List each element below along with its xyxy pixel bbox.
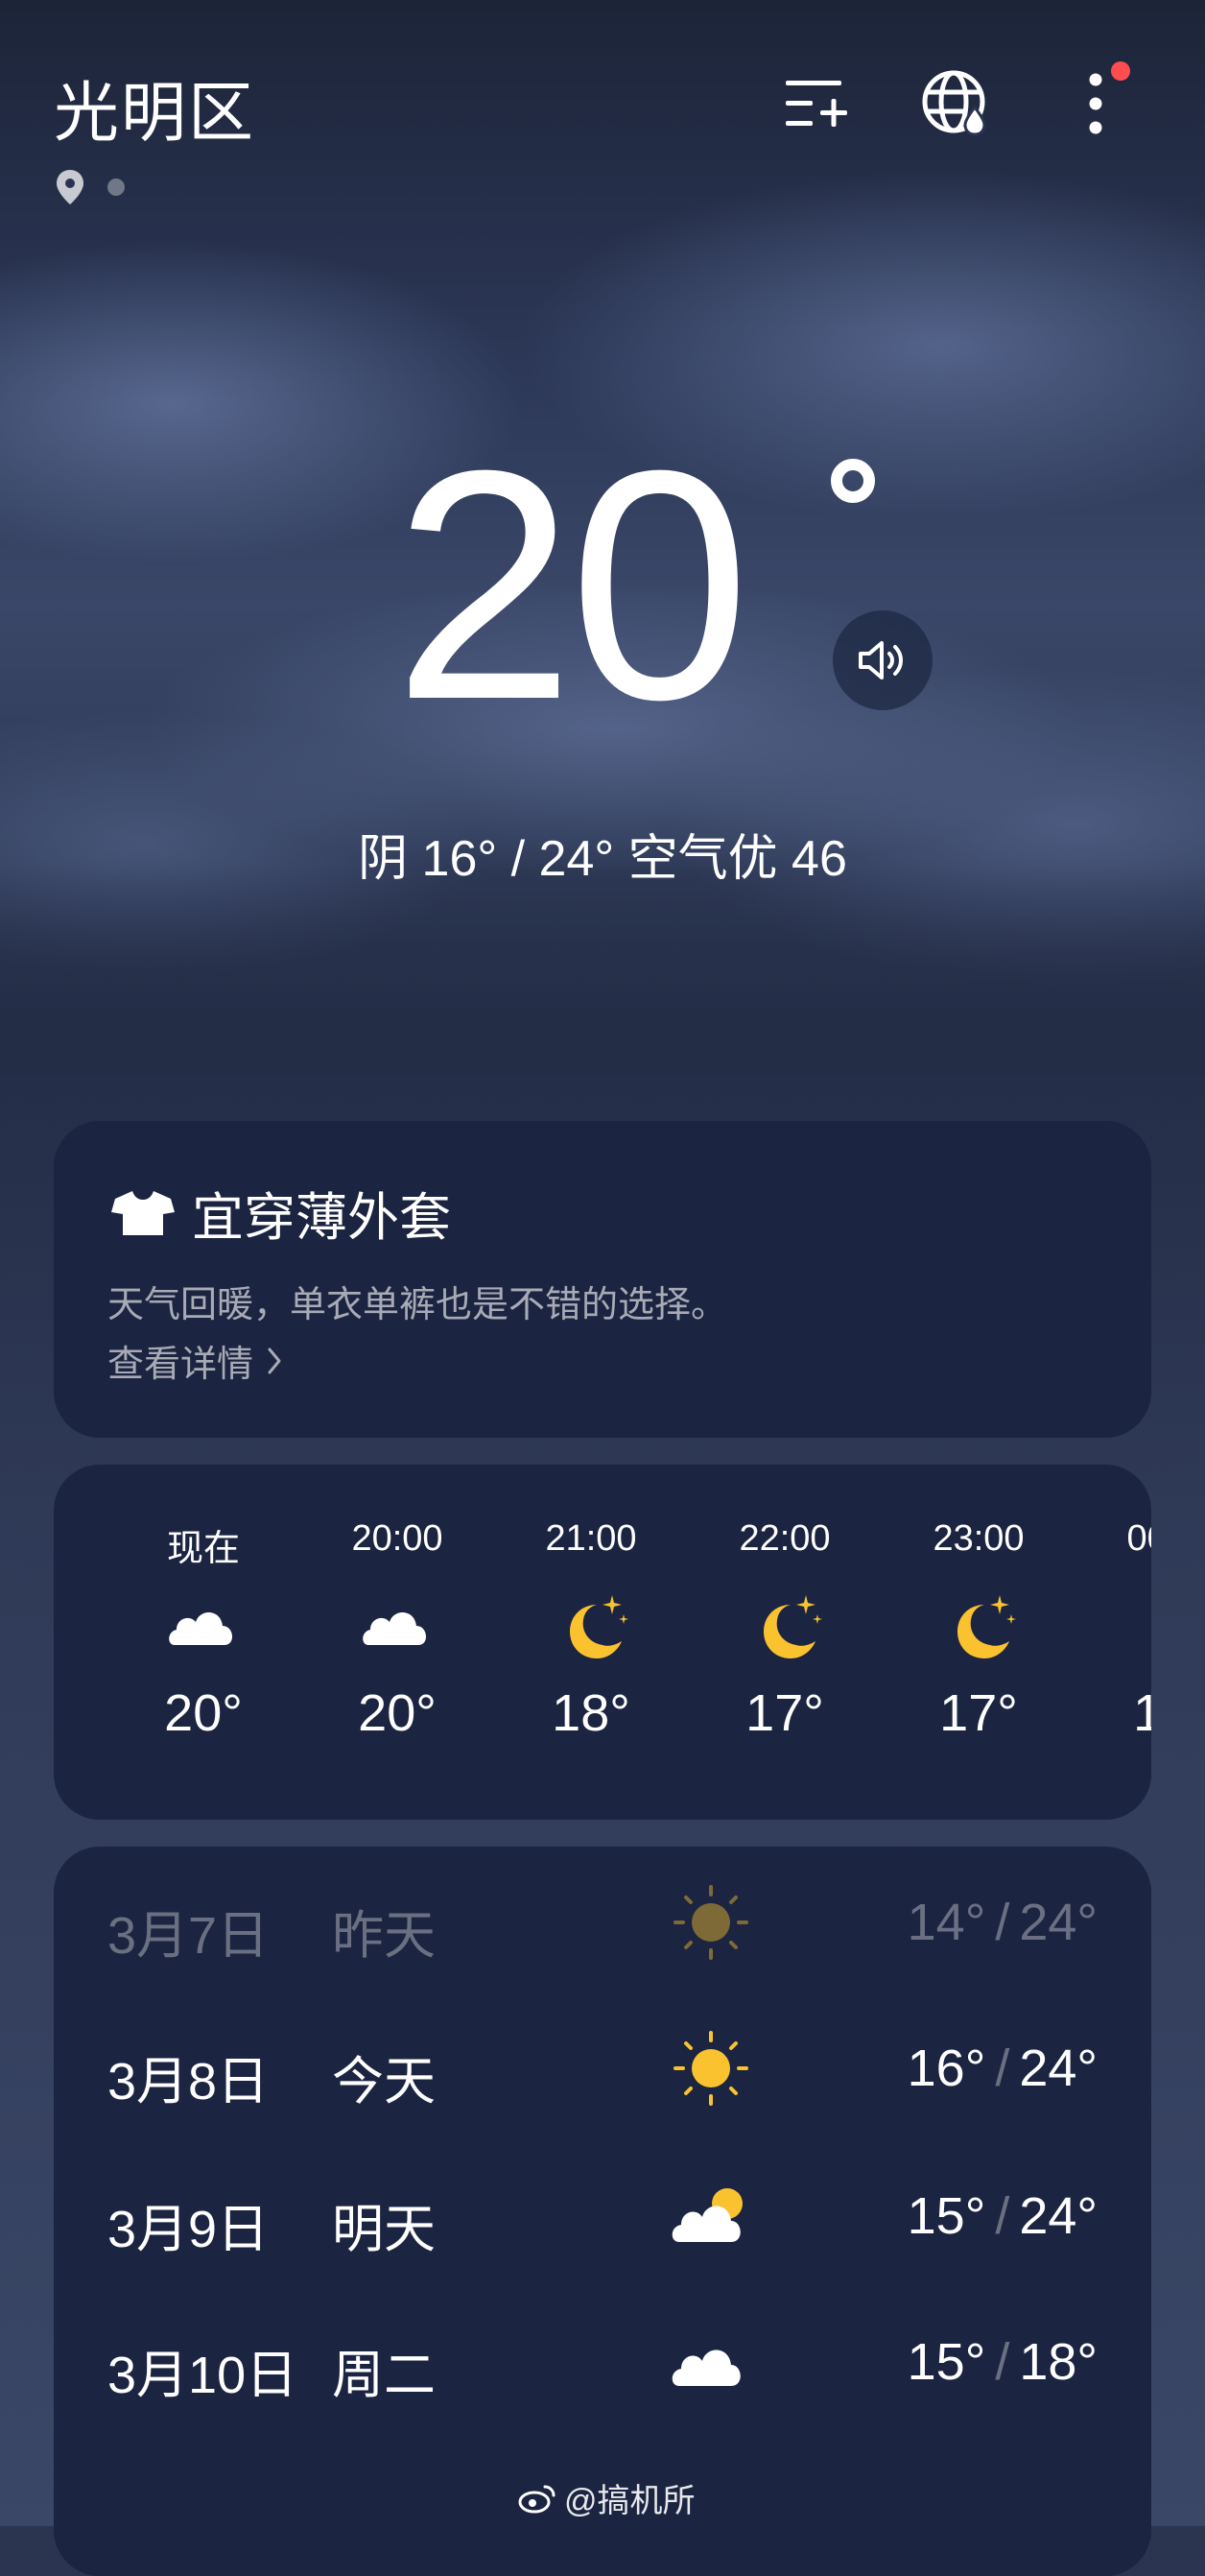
moon-stars-icon xyxy=(570,1595,628,1658)
hour-time: 20:00 xyxy=(351,1518,443,1559)
hourly-item[interactable]: 22:00 17° xyxy=(689,1465,881,1820)
clothing-card[interactable]: 宜穿薄外套 天气回暖，单衣单裤也是不错的选择。 查看详情 xyxy=(54,1121,1151,1438)
clothing-title: 宜穿薄外套 xyxy=(192,1189,451,1247)
daily-row[interactable]: 3月10日 周二 15°/18° xyxy=(54,2286,1151,2430)
more-vertical-icon xyxy=(1089,73,1102,134)
voice-broadcast-button[interactable] xyxy=(833,610,933,710)
cloud-icon xyxy=(169,1611,233,1645)
list-add-icon xyxy=(786,81,847,127)
day-low: 16° xyxy=(907,2039,986,2097)
hour-temp: 18° xyxy=(552,1684,630,1742)
watermark: @搞机所 xyxy=(518,2474,696,2521)
day-name: 周二 xyxy=(332,2347,436,2404)
hourly-item[interactable]: 21:00 18° xyxy=(495,1465,687,1820)
daily-row[interactable]: 3月8日 今天 16°/24° xyxy=(54,1992,1151,2136)
day-high: 24° xyxy=(1019,1894,1098,1951)
view-details-link[interactable]: 查看详情 xyxy=(107,1334,282,1387)
day-high: 24° xyxy=(1019,2187,1098,2245)
moon-stars-icon xyxy=(1134,1587,1151,1664)
sun-icon xyxy=(673,1885,748,1960)
hour-time: 00:00 xyxy=(1126,1518,1151,1559)
hourly-item[interactable]: 20:00 20° xyxy=(301,1465,493,1820)
separator: / xyxy=(995,2187,1010,2245)
partly-cloudy-icon xyxy=(672,2188,743,2242)
day-date: 3月8日 xyxy=(107,2053,270,2111)
day-low: 14° xyxy=(907,1894,986,1951)
daily-forecast-card[interactable]: 3月7日 昨天 14°/24° 3月8日 今天 16°/24° 3月9日 明天 … xyxy=(54,1847,1151,2576)
more-menu-button[interactable] xyxy=(1059,61,1132,140)
day-name: 今天 xyxy=(332,2053,436,2111)
watermark-text: @搞机所 xyxy=(564,2483,696,2519)
hour-temp: 20° xyxy=(164,1684,243,1742)
degree-symbol xyxy=(831,459,875,503)
clothing-description: 天气回暖，单衣单裤也是不错的选择。 xyxy=(107,1285,728,1325)
hour-temp: 17° xyxy=(939,1684,1018,1742)
hourly-item[interactable]: 23:00 17° xyxy=(883,1465,1075,1820)
daily-row[interactable]: 3月7日 昨天 14°/24° xyxy=(54,1847,1151,1991)
hourly-item[interactable]: 现在 20° xyxy=(107,1465,299,1820)
hour-temp: 17° xyxy=(1133,1684,1151,1742)
add-city-button[interactable] xyxy=(779,67,852,140)
day-temperature-range: 15°/24° xyxy=(908,2186,1098,2246)
shirt-icon xyxy=(111,1190,175,1235)
speaker-icon xyxy=(859,641,903,680)
separator: / xyxy=(995,2039,1010,2097)
day-name: 明天 xyxy=(332,2201,436,2258)
world-weather-button[interactable] xyxy=(919,67,992,140)
day-name: 昨天 xyxy=(332,1907,436,1965)
moon-stars-icon xyxy=(957,1595,1016,1658)
day-date: 3月10日 xyxy=(107,2347,298,2404)
globe-icon xyxy=(922,70,986,136)
weather-summary[interactable]: 阴 16° / 24° 空气优 46 xyxy=(0,818,1205,890)
day-low: 15° xyxy=(907,2187,986,2245)
hour-temp: 17° xyxy=(745,1684,824,1742)
location-pin-icon xyxy=(57,170,83,204)
day-temperature-range: 15°/18° xyxy=(908,2332,1098,2392)
separator: / xyxy=(995,2333,1010,2391)
hour-time: 22:00 xyxy=(739,1518,831,1559)
day-high: 18° xyxy=(1019,2333,1098,2391)
notification-badge xyxy=(1111,61,1130,81)
page-dot xyxy=(107,179,125,196)
sun-icon xyxy=(673,2031,748,2106)
city-name[interactable]: 光明区 xyxy=(54,60,255,155)
day-date: 3月9日 xyxy=(107,2201,270,2258)
day-temperature-range: 14°/24° xyxy=(908,1893,1098,1952)
hourly-item[interactable]: 00:00 17° xyxy=(1076,1465,1151,1820)
separator: / xyxy=(995,1894,1010,1951)
moon-stars-icon xyxy=(764,1595,822,1658)
clothing-title-row: 宜穿薄外套 xyxy=(111,1175,451,1251)
current-temperature: 20 xyxy=(393,403,750,768)
cloud-icon xyxy=(672,2349,741,2386)
day-date: 3月7日 xyxy=(107,1907,270,1965)
location-indicator xyxy=(56,169,125,205)
hour-time: 23:00 xyxy=(933,1518,1025,1559)
day-low: 15° xyxy=(907,2333,986,2391)
sky-fade xyxy=(0,864,1205,1075)
weibo-icon xyxy=(518,2485,555,2513)
chevron-right-icon xyxy=(268,1348,281,1373)
day-high: 24° xyxy=(1019,2039,1098,2097)
hourly-forecast-card[interactable]: 现在 20° 20:00 20° 21:00 18° 22:00 17° 23:… xyxy=(54,1465,1151,1820)
daily-row[interactable]: 3月9日 明天 15°/24° xyxy=(54,2140,1151,2284)
hour-temp: 20° xyxy=(358,1684,437,1742)
day-temperature-range: 16°/24° xyxy=(908,2039,1098,2098)
hour-time: 21:00 xyxy=(545,1518,637,1559)
hour-time: 现在 xyxy=(166,1529,240,1569)
view-details-label: 查看详情 xyxy=(107,1345,254,1385)
cloud-icon xyxy=(363,1611,427,1645)
